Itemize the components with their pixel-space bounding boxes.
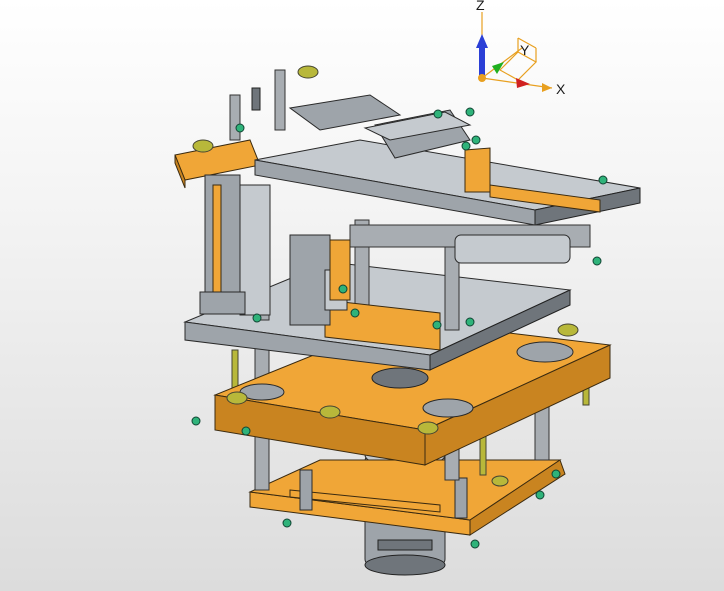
z-arrow-icon	[476, 34, 488, 48]
bottom-frame[interactable]	[248, 459, 566, 536]
y-axis-label: Y	[520, 42, 530, 58]
x-axis-label: X	[556, 81, 566, 97]
z-axis-bar	[479, 46, 485, 78]
x-arrow-icon	[516, 78, 530, 88]
x-arrow-tip-icon	[542, 83, 552, 92]
coordinate-triad: Z Y X	[476, 0, 566, 97]
cad-3d-viewport[interactable]: Z Y X	[0, 0, 724, 591]
z-axis-label: Z	[476, 0, 485, 13]
assembly-model[interactable]	[0, 0, 724, 591]
triad-origin-box	[499, 37, 537, 81]
triad-origin-icon	[478, 74, 486, 82]
